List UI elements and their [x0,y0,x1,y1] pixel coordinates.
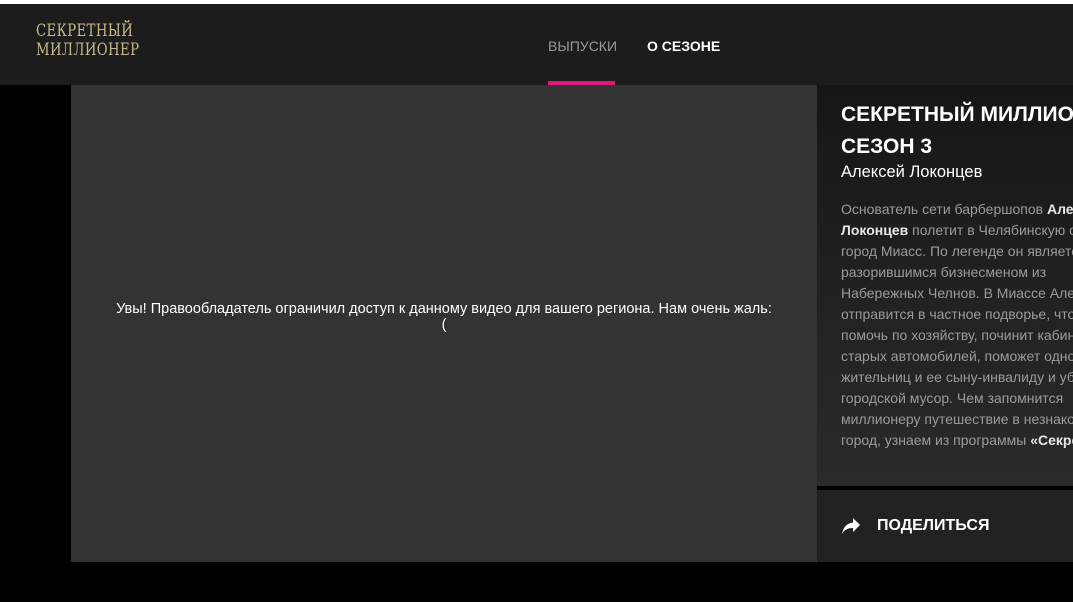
description-bold-text: Локонцев [841,222,909,238]
description-bold-text: Алексей [1046,201,1073,217]
season-title-line-1: СЕКРЕТНЫЙ МИЛЛИОНЕР. [841,103,1073,126]
description-text: городской мусор. Чем запомнится [841,390,1064,406]
description-text: помочь по хозяйству, починит кабины [841,327,1073,343]
description-text: Набережных Челнов. В Миассе Алексей [841,285,1073,301]
description-line: миллионеру путешествие в незнакомый [841,409,1073,430]
description-bold-text: «Секретный миллионер» [1030,432,1073,448]
description-text: город Миасс. По легенде он является [841,243,1073,259]
description-line: разорившимся бизнесменом из [841,262,1073,283]
description-text: отправится в частное подворье, чтобы [841,306,1073,322]
description-text: миллионеру путешествие в незнакомый [841,411,1073,427]
geo-block-message: Увы! Правообладатель ограничил доступ к … [116,301,772,333]
description-line: Локонцев полетит в Челябинскую область, … [841,220,1073,241]
description-line: отправится в частное подворье, чтобы [841,304,1073,325]
site-header: СЕКРЕТНЫЙ МИЛЛИОНЕР ВЫПУСКИ О СЕЗОНЕ [0,4,1073,85]
description-line: Набережных Челнов. В Миассе Алексей [841,283,1073,304]
description-line: город Миасс. По легенде он является [841,241,1073,262]
logo-line-1: СЕКРЕТНЫЙ [36,21,134,41]
description-line: жительниц и ее сыну-инвалиду и уберет [841,367,1073,388]
description-text: разорившимся бизнесменом из [841,264,1047,280]
share-arrow-icon [842,518,860,534]
logo-line-2: МИЛЛИОНЕР [36,40,140,60]
season-title-line-2: СЕЗОН 3 [841,135,933,158]
description-line: помочь по хозяйству, починит кабины [841,325,1073,346]
season-title: СЕКРЕТНЫЙ МИЛЛИОНЕР. СЕЗОН 3 [841,99,1073,163]
description-line: старых автомобилей, поможет одной из [841,346,1073,367]
video-player[interactable]: Увы! Правообладатель ограничил доступ к … [71,85,817,562]
description-line: город, узнаем из программы «Секретный ми… [841,430,1073,451]
share-button[interactable]: ПОДЕЛИТЬСЯ [817,490,1073,562]
description-line: городской мусор. Чем запомнится [841,388,1073,409]
season-info-panel: СЕКРЕТНЫЙ МИЛЛИОНЕР. СЕЗОН 3 Алексей Лок… [817,85,1073,486]
description-text: жительниц и ее сыну-инвалиду и уберет [841,369,1073,385]
description-line: Основатель сети барбершопов Алексей [841,199,1073,220]
tab-episodes[interactable]: ВЫПУСКИ [548,38,617,54]
description-text: старых автомобилей, поможет одной из [841,348,1073,364]
episode-guest-name: Алексей Локонцев [841,163,983,181]
tab-about-season[interactable]: О СЕЗОНЕ [647,38,720,54]
description-text: город, узнаем из программы [841,432,1031,448]
share-label: ПОДЕЛИТЬСЯ [877,517,990,534]
description-text: Основатель сети барбершопов [841,201,1047,217]
show-logo[interactable]: СЕКРЕТНЫЙ МИЛЛИОНЕР [36,22,139,60]
description-text: полетит в Челябинскую область, в [912,222,1073,238]
episode-description: Основатель сети барбершопов АлексейЛокон… [841,199,1073,451]
